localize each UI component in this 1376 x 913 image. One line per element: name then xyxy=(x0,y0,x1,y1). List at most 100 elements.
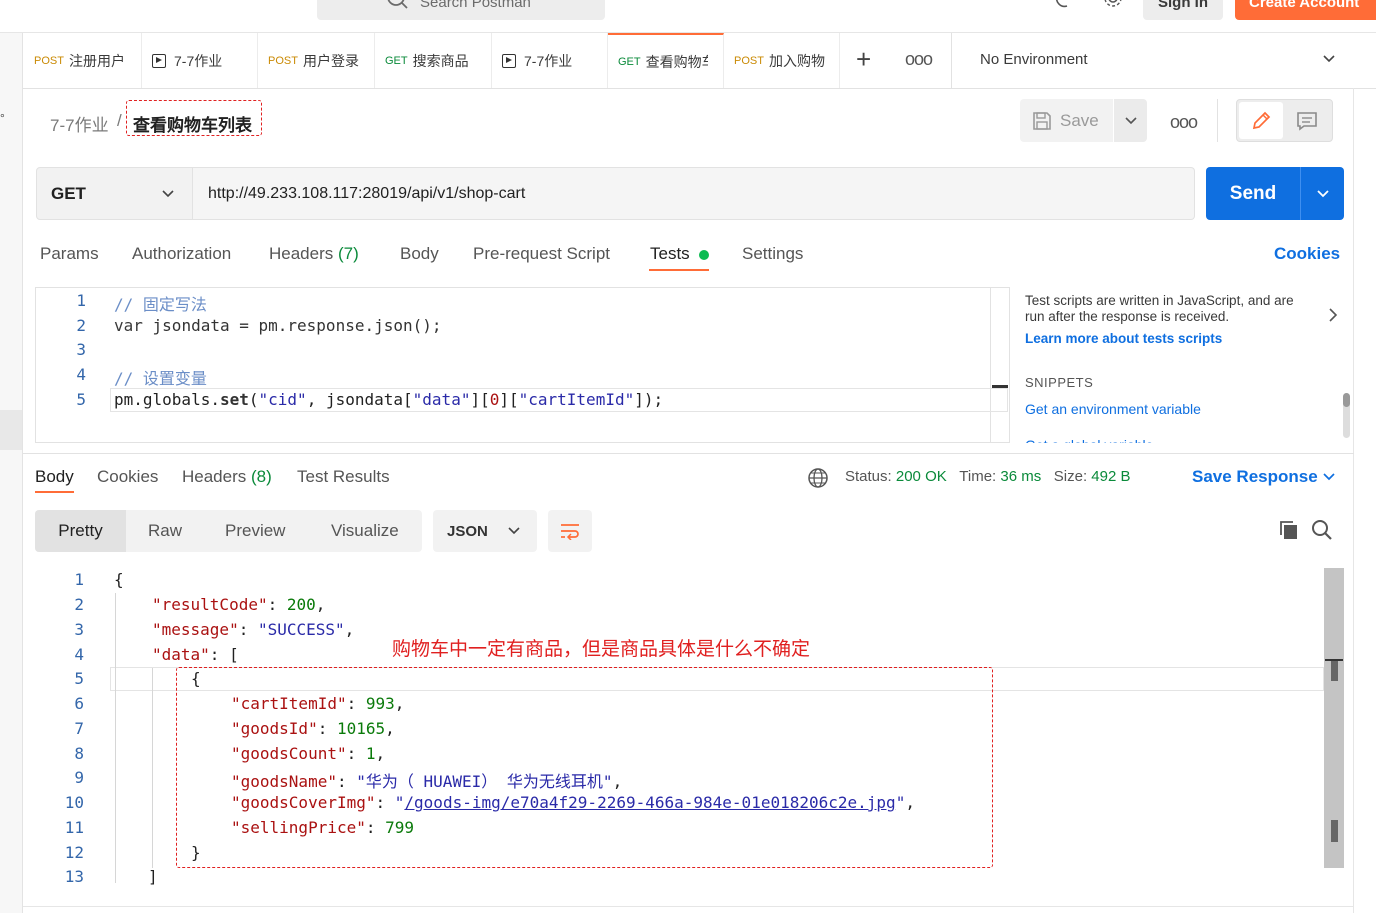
breadcrumb-parent[interactable]: 7-7作业 xyxy=(50,111,109,136)
code-string: "cid" xyxy=(258,390,307,409)
chevron-down-icon[interactable] xyxy=(1322,52,1336,66)
view-preview-button[interactable]: Preview xyxy=(225,510,285,552)
code-comment: // 设置变量 xyxy=(114,369,207,388)
line-number: 3 xyxy=(76,340,86,359)
json-bracket: ] xyxy=(148,867,158,886)
response-tab-headers[interactable]: Headers (8) xyxy=(182,467,272,487)
editor-divider xyxy=(990,288,991,443)
satellite-icon[interactable] xyxy=(1053,0,1073,12)
wrap-lines-icon xyxy=(561,524,579,540)
response-tab-body[interactable]: Body xyxy=(35,467,74,487)
gear-icon[interactable] xyxy=(1102,0,1124,12)
page-title[interactable]: 查看购物车列表 xyxy=(133,111,252,136)
snippet-get-environment-variable[interactable]: Get an environment variable xyxy=(1025,401,1201,417)
code-text: pm.globals. xyxy=(114,390,220,409)
chevron-down-icon xyxy=(1124,116,1137,124)
url-input[interactable]: http://49.233.108.117:28019/api/v1/shop-… xyxy=(193,167,1195,220)
globe-icon[interactable] xyxy=(807,467,829,489)
tab-register-user[interactable]: POST 注册用户 xyxy=(24,33,142,88)
tab-settings[interactable]: Settings xyxy=(742,244,803,264)
documentation-mode-button[interactable] xyxy=(1284,102,1330,139)
tab-runner-homework-2[interactable]: 7-7作业 xyxy=(492,33,608,88)
tab-add-to-cart[interactable]: POST 加入购物车 xyxy=(724,33,840,88)
create-account-label: Create Account xyxy=(1249,0,1360,11)
indent-guide xyxy=(152,668,153,868)
json-key: "data" xyxy=(152,645,210,664)
line-number: 1 xyxy=(74,570,84,589)
save-response-button[interactable]: Save Response xyxy=(1192,467,1318,487)
view-pretty-button[interactable]: Pretty xyxy=(35,510,126,552)
left-sidebar-strip xyxy=(0,33,23,913)
tab-tests[interactable]: Tests xyxy=(650,244,690,264)
tab-authorization[interactable]: Authorization xyxy=(132,244,231,264)
snippets-scrollbar-thumb[interactable] xyxy=(1343,393,1350,407)
line-number: 12 xyxy=(64,843,84,862)
send-dropdown-button[interactable] xyxy=(1300,167,1344,220)
json-key: "resultCode" xyxy=(152,595,268,614)
line-number: 1 xyxy=(76,291,86,310)
tab-label: 7-7作业 xyxy=(174,52,223,69)
sidebar-indicator: ° xyxy=(0,111,5,125)
tab-runner-homework-1[interactable]: 7-7作业 xyxy=(142,33,258,88)
save-label: Save xyxy=(1060,110,1099,130)
size-label: Size: xyxy=(1053,468,1088,485)
format-select[interactable]: JSON xyxy=(433,510,537,552)
view-visualize-button[interactable]: Visualize xyxy=(331,510,399,552)
more-actions-icon[interactable]: ooo xyxy=(1170,112,1198,133)
chevron-down-icon[interactable] xyxy=(1322,470,1336,484)
code-comment: // 固定写法 xyxy=(114,295,207,314)
chevron-down-icon xyxy=(162,189,174,197)
sidebar-selected-item[interactable] xyxy=(0,410,22,450)
search-placeholder: Search Postman xyxy=(420,0,531,11)
wrap-lines-button[interactable] xyxy=(548,510,592,552)
save-button[interactable]: Save xyxy=(1020,99,1113,142)
size-value[interactable]: 492 B xyxy=(1091,468,1130,485)
tab-view-cart[interactable]: GET 查看购物车 xyxy=(608,33,724,88)
code-string: "cartItemId" xyxy=(518,390,635,409)
view-raw-button[interactable]: Raw xyxy=(148,510,182,552)
json-string: "SUCCESS" xyxy=(257,620,345,639)
tab-body[interactable]: Body xyxy=(400,244,439,264)
headers-count: (7) xyxy=(338,244,359,263)
tab-method: GET xyxy=(618,55,641,68)
tab-pre-request-script[interactable]: Pre-request Script xyxy=(473,244,610,264)
line-number: 10 xyxy=(64,793,84,812)
tab-headers[interactable]: Headers (7) xyxy=(269,244,359,264)
status-value[interactable]: 200 OK xyxy=(896,468,947,485)
status-label: Status: xyxy=(845,468,892,485)
scrollbar-thumb[interactable] xyxy=(1331,661,1338,681)
runner-icon xyxy=(502,53,516,68)
response-tab-test-results[interactable]: Test Results xyxy=(297,467,390,487)
code-text: ( xyxy=(248,390,259,409)
search-icon xyxy=(386,0,410,13)
divider xyxy=(1353,88,1354,913)
code-text: , jsondata[ xyxy=(306,390,413,409)
response-meta: Status: 200 OK Time: 36 ms Size: 492 B xyxy=(845,468,1131,485)
copy-icon[interactable] xyxy=(1278,519,1300,541)
tab-params[interactable]: Params xyxy=(40,244,99,264)
tests-active-dot xyxy=(699,250,709,260)
environment-selector[interactable]: No Environment xyxy=(980,51,1088,68)
cookies-link[interactable]: Cookies xyxy=(1274,244,1340,264)
tab-user-login[interactable]: POST 用户登录 xyxy=(258,33,375,88)
pencil-icon xyxy=(1252,111,1271,129)
code-string: "data" xyxy=(412,390,471,409)
chevron-right-icon[interactable] xyxy=(1328,308,1338,322)
search-icon[interactable] xyxy=(1311,519,1333,541)
save-dropdown-button[interactable] xyxy=(1114,99,1147,142)
learn-more-link[interactable]: Learn more about tests scripts xyxy=(1025,331,1222,346)
tab-label: 用户登录 xyxy=(302,52,359,69)
breadcrumb-separator: / xyxy=(117,111,122,130)
new-tab-plus-icon[interactable]: + xyxy=(856,45,871,73)
tab-more-icon[interactable]: ooo xyxy=(905,49,933,70)
tab-search-goods[interactable]: GET 搜索商品 xyxy=(375,33,492,88)
method-select[interactable]: GET xyxy=(36,167,193,220)
response-tab-cookies[interactable]: Cookies xyxy=(97,467,158,487)
snippet-get-global-variable[interactable]: Get a global variable xyxy=(1025,434,1155,443)
send-button[interactable]: Send xyxy=(1206,167,1300,220)
tab-label: 搜索商品 xyxy=(412,52,469,69)
time-value[interactable]: 36 ms xyxy=(1000,468,1041,485)
annotation-box-data xyxy=(176,667,993,868)
edit-mode-button[interactable] xyxy=(1239,102,1283,139)
scrollbar-thumb[interactable] xyxy=(1331,820,1338,842)
